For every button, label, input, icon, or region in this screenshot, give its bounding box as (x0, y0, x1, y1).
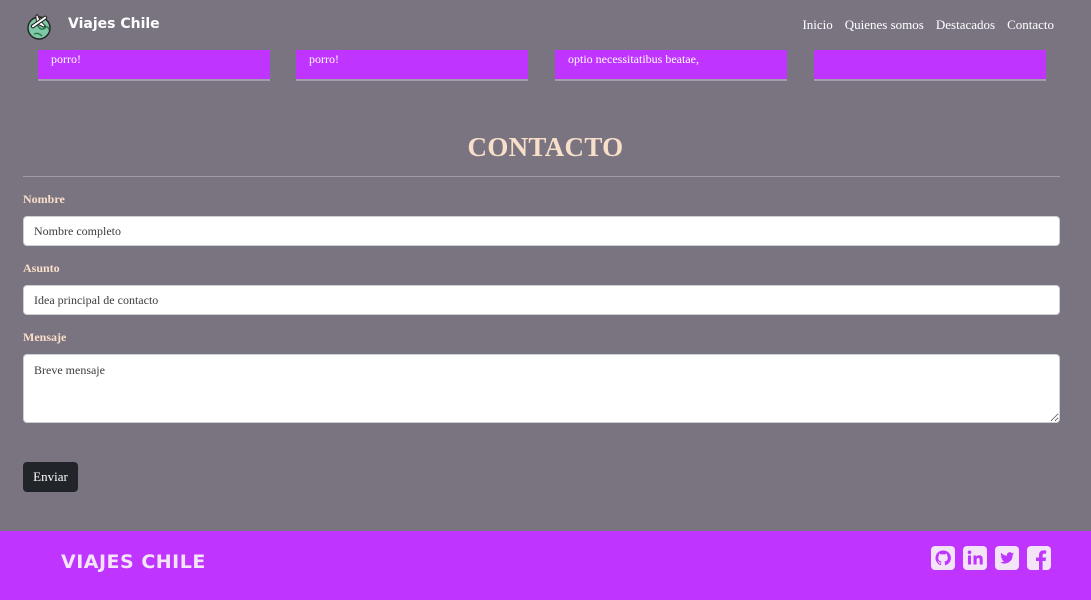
globe-plane-icon[interactable] (24, 12, 54, 42)
asunto-field[interactable] (23, 285, 1060, 315)
github-icon[interactable] (931, 546, 955, 570)
asunto-label: Asunto (23, 261, 60, 275)
destination-card: optio necessitatibus beatae, (555, 50, 787, 80)
card-text: porro! (51, 52, 81, 66)
nav-link-contacto[interactable]: Contacto (1007, 17, 1054, 33)
nav-link-quienes-somos[interactable]: Quienes somos (845, 17, 924, 33)
brand-name[interactable]: Viajes Chile (68, 16, 160, 32)
card-text: porro! (309, 52, 339, 66)
destination-card: porro! (38, 50, 270, 80)
top-navbar: Viajes Chile Inicio Quienes somos Destac… (0, 0, 1091, 50)
twitter-icon[interactable] (995, 546, 1019, 570)
nav-link-destacados[interactable]: Destacados (936, 17, 995, 33)
footer: VIAJES CHILE (0, 531, 1091, 600)
card-text: optio necessitatibus beatae, (568, 52, 699, 66)
nav-link-inicio[interactable]: Inicio (802, 17, 832, 33)
mensaje-field[interactable] (23, 354, 1060, 423)
card-bottom-edge (555, 79, 787, 81)
social-links (931, 546, 1051, 570)
facebook-icon[interactable] (1027, 546, 1051, 570)
destination-card (814, 50, 1046, 80)
card-bottom-edge (296, 79, 528, 81)
main-nav: Inicio Quienes somos Destacados Contacto (802, 17, 1054, 33)
contact-title: CONTACTO (467, 132, 624, 162)
nombre-label: Nombre (23, 192, 65, 206)
linkedin-icon[interactable] (963, 546, 987, 570)
nombre-field[interactable] (23, 216, 1060, 246)
card-bottom-edge (38, 79, 270, 81)
card-bottom-edge (814, 79, 1046, 81)
mensaje-label: Mensaje (23, 330, 67, 344)
section-divider (23, 176, 1060, 177)
enviar-button[interactable]: Enviar (23, 462, 78, 492)
footer-brand: VIAJES CHILE (61, 551, 206, 573)
destination-card: porro! (296, 50, 528, 80)
